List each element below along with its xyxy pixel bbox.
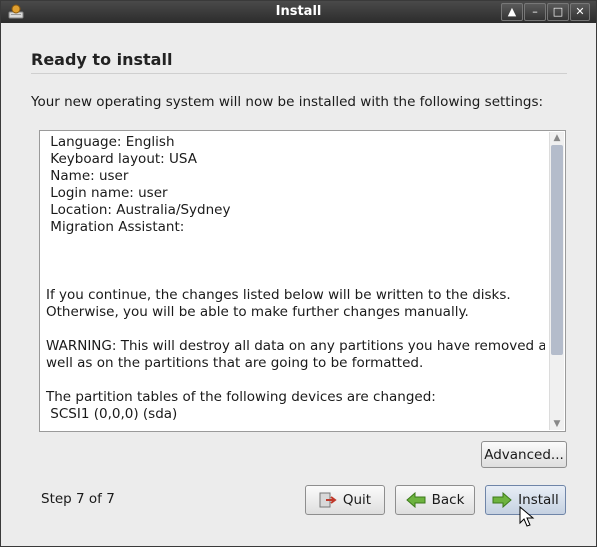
- summary-line: [46, 236, 539, 253]
- summary-line: SCSI1 (0,0,0) (sda): [46, 406, 178, 422]
- summary-text-area[interactable]: Language: English Keyboard layout: USA N…: [39, 130, 566, 432]
- window-up-button[interactable]: ▲: [501, 3, 523, 21]
- summary-line: [46, 253, 539, 270]
- summary-line: [46, 270, 539, 287]
- arrow-up-icon: ▲: [507, 5, 517, 18]
- quit-button-label: Quit: [342, 492, 372, 508]
- quit-door-icon: [319, 492, 337, 508]
- summary-text[interactable]: Language: English Keyboard layout: USA N…: [40, 131, 545, 431]
- summary-line: WARNING: This will destroy all data on a…: [46, 338, 545, 354]
- minimize-icon: –: [532, 5, 538, 18]
- mouse-pointer-icon: [519, 506, 535, 527]
- scroll-up-arrow-icon[interactable]: ▲: [550, 132, 564, 144]
- summary-line: [46, 372, 539, 389]
- summary-line: If you continue, the changes listed belo…: [46, 287, 511, 303]
- summary-line: Keyboard layout: USA: [46, 151, 197, 167]
- dialog-content: Ready to install Your new operating syst…: [7, 24, 590, 543]
- summary-line: Language: English: [46, 134, 175, 150]
- page-title: Ready to install: [31, 50, 173, 69]
- step-indicator: Step 7 of 7: [41, 491, 115, 507]
- vertical-scrollbar[interactable]: ▲ ▼: [549, 132, 564, 430]
- summary-line: [46, 321, 539, 338]
- heading-separator: [31, 73, 567, 74]
- installer-window: Install ▲ – □ ✕ Ready to install Your ne…: [0, 0, 597, 547]
- close-icon: ✕: [575, 5, 585, 18]
- window-minimize-button[interactable]: –: [524, 3, 546, 21]
- back-button[interactable]: Back: [395, 485, 475, 515]
- intro-text: Your new operating system will now be in…: [31, 94, 544, 110]
- summary-line: Name: user: [46, 168, 129, 184]
- summary-line: Login name: user: [46, 185, 168, 201]
- arrow-left-icon: [405, 492, 426, 508]
- advanced-button-label: Advanced...: [484, 446, 564, 463]
- advanced-button[interactable]: Advanced...: [481, 441, 567, 468]
- scrollbar-thumb[interactable]: [551, 145, 563, 355]
- summary-line: well as on the partitions that are going…: [46, 355, 424, 371]
- arrow-right-icon: [492, 492, 512, 508]
- back-button-label: Back: [431, 492, 465, 508]
- summary-line: Location: Australia/Sydney: [46, 202, 231, 218]
- summary-line: The partition tables of the following de…: [46, 389, 436, 405]
- maximize-icon: □: [552, 5, 564, 18]
- window-maximize-button[interactable]: □: [547, 3, 569, 21]
- title-bar[interactable]: Install ▲ – □ ✕: [1, 1, 596, 23]
- quit-button[interactable]: Quit: [305, 485, 385, 515]
- scroll-down-arrow-icon[interactable]: ▼: [550, 418, 564, 430]
- summary-line: Migration Assistant:: [46, 219, 185, 235]
- summary-line: Otherwise, you will be able to make furt…: [46, 304, 469, 320]
- window-close-button[interactable]: ✕: [570, 3, 590, 21]
